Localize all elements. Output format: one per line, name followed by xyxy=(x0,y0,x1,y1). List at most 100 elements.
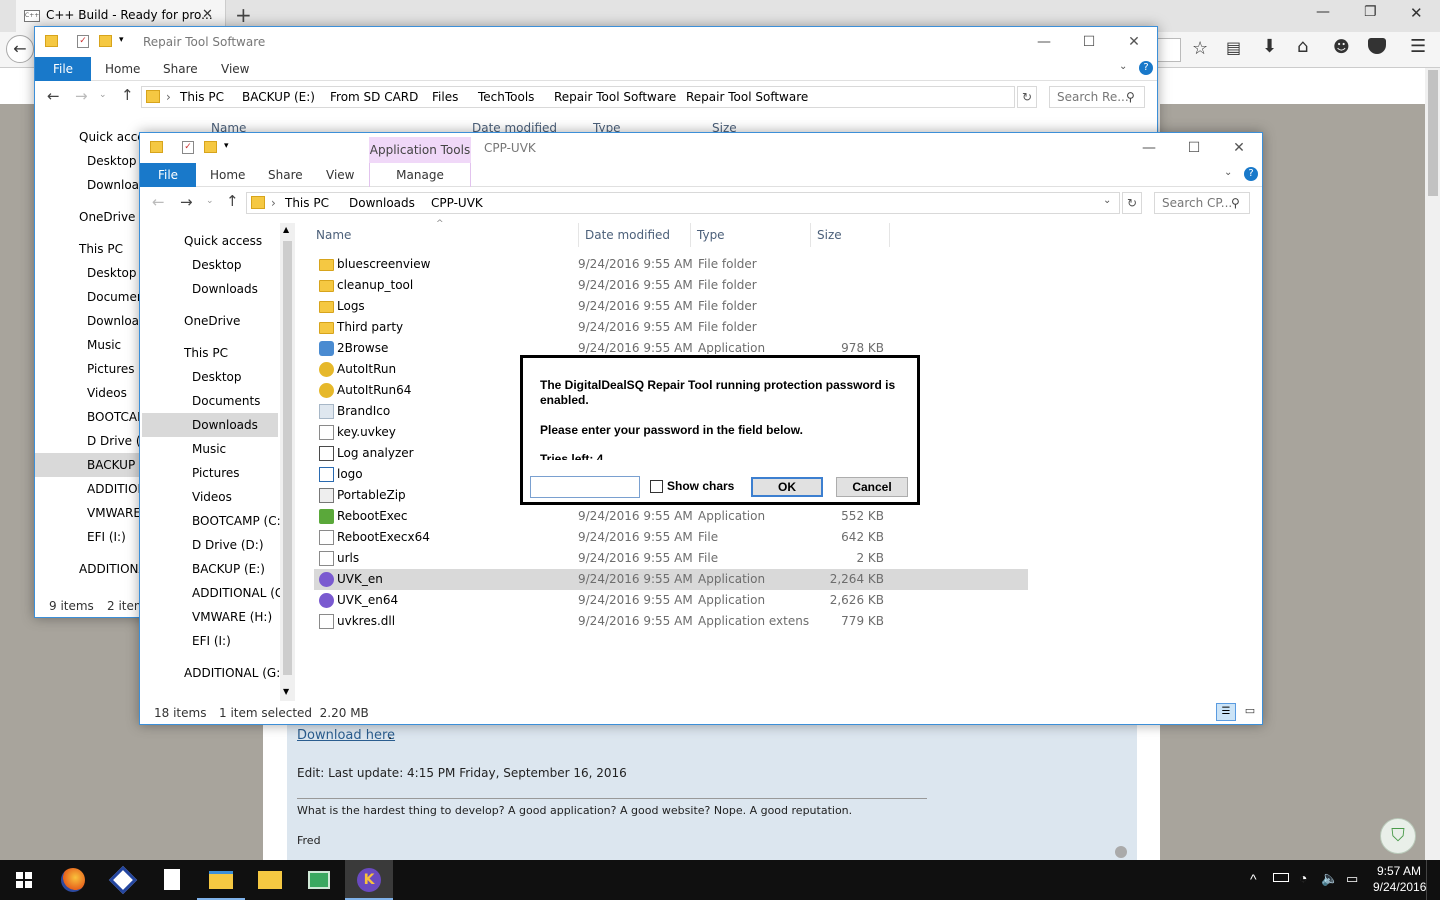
front-crumb-cpp-uvk[interactable]: CPP-UVK xyxy=(431,193,483,213)
back-nav-bootcamp[interactable]: BOOTCAM xyxy=(87,405,141,429)
taskbar-firefox[interactable] xyxy=(49,860,97,900)
table-row[interactable]: urls 9/24/2016 9:55 AM File 2 KB xyxy=(314,548,1028,569)
taskbar-explorer[interactable] xyxy=(197,860,245,900)
back-maximize-icon[interactable]: ☐ xyxy=(1066,27,1112,57)
front-qat-properties-icon[interactable]: ✓ xyxy=(182,141,194,154)
front-nav-pictures[interactable]: Pictures xyxy=(192,461,240,485)
nav-scroll-down-icon[interactable]: ▼ xyxy=(283,687,289,696)
back-close-icon[interactable]: ✕ xyxy=(1111,27,1157,57)
taskbar-app-green[interactable] xyxy=(295,860,343,900)
back-tab-file[interactable]: File xyxy=(35,57,91,81)
qat-dropdown-icon[interactable]: ▾ xyxy=(119,35,124,45)
front-nav-forward-icon[interactable]: → xyxy=(180,193,193,211)
front-search-input[interactable]: Search CP... ⚲ xyxy=(1154,192,1250,214)
front-nav-up-icon[interactable]: ↑ xyxy=(226,192,239,210)
front-maximize-icon[interactable]: ☐ xyxy=(1171,133,1217,163)
front-titlebar[interactable]: ✓ ▾ Application Tools CPP-UVK — ☐ ✕ xyxy=(140,133,1262,163)
front-crumb-this-pc[interactable]: This PC xyxy=(285,193,329,213)
back-nav-back-icon[interactable]: ← xyxy=(47,87,60,105)
back-nav-additional[interactable]: ADDITION xyxy=(87,477,141,501)
bookmark-star-icon[interactable]: ☆ xyxy=(1192,38,1208,59)
front-nav-bootcamp[interactable]: BOOTCAMP (C:) xyxy=(192,509,285,533)
nav-scroll-up-icon[interactable]: ▲ xyxy=(283,225,289,234)
back-nav-downloads[interactable]: Download xyxy=(87,173,141,197)
back-titlebar[interactable]: ✓ ▾ Repair Tool Software — ☐ ✕ xyxy=(35,27,1157,57)
scroll-up-icon[interactable] xyxy=(1115,846,1127,858)
front-nav-back-icon[interactable]: ← xyxy=(152,193,165,211)
menu-hamburger-icon[interactable]: ☰ xyxy=(1410,36,1426,57)
front-nav-music[interactable]: Music xyxy=(192,437,226,461)
back-nav-desktop[interactable]: Desktop xyxy=(87,149,137,173)
back-circle-icon[interactable]: ← xyxy=(6,35,34,63)
back-nav-downloads2[interactable]: Download xyxy=(87,309,141,333)
front-nav-onedrive[interactable]: OneDrive xyxy=(184,309,240,333)
nav-pane-scrollbar[interactable]: ▲ ▼ xyxy=(280,223,295,701)
back-crumb-backup[interactable]: BACKUP (E:) xyxy=(242,87,315,107)
browser-scroll-thumb[interactable] xyxy=(1428,70,1438,196)
front-crumb-downloads[interactable]: Downloads xyxy=(349,193,415,213)
front-nav-videos[interactable]: Videos xyxy=(192,485,232,509)
table-row[interactable]: RebootExec 9/24/2016 9:55 AM Application 55… xyxy=(314,506,1028,527)
large-icons-view-icon[interactable]: ▭ xyxy=(1240,703,1260,721)
back-nav-quick[interactable]: Quick acces xyxy=(79,127,141,149)
front-nav-desktop[interactable]: Desktop xyxy=(192,253,242,277)
front-address-dropdown-icon[interactable]: ⌄ xyxy=(1103,195,1111,206)
front-nav-quick[interactable]: Quick access xyxy=(184,229,262,253)
clock-date[interactable]: 9/24/2016 xyxy=(1373,880,1426,894)
back-nav-vmware[interactable]: VMWARE xyxy=(87,501,141,525)
back-refresh-icon[interactable]: ↻ xyxy=(1017,86,1037,108)
front-tab-view[interactable]: View xyxy=(326,163,354,187)
back-crumb-files[interactable]: Files xyxy=(432,87,458,107)
tray-language-icon[interactable]: ▭ xyxy=(1346,871,1358,887)
front-close-icon[interactable]: ✕ xyxy=(1216,133,1262,163)
back-crumb-repair1[interactable]: Repair Tool Software xyxy=(554,87,676,107)
front-nav-backup[interactable]: BACKUP (E:) xyxy=(192,557,265,581)
front-tab-file[interactable]: File xyxy=(140,163,196,187)
pocket-icon[interactable] xyxy=(1368,38,1386,54)
front-ribbon-expand-icon[interactable]: ⌄ xyxy=(1224,167,1232,178)
show-chars-label[interactable]: Show chars xyxy=(667,479,734,493)
back-nav-videos[interactable]: Videos xyxy=(87,381,127,405)
table-row[interactable]: cleanup_tool 9/24/2016 9:55 AM File folder xyxy=(314,275,1028,296)
start-button[interactable] xyxy=(0,860,48,900)
back-crumb-this-pc[interactable]: This PC xyxy=(180,87,224,107)
front-nav-thispc[interactable]: This PC xyxy=(184,341,228,365)
col-size[interactable]: Size xyxy=(810,223,890,247)
back-ribbon-expand-icon[interactable]: ⌄ xyxy=(1119,61,1127,72)
qat-folder-icon[interactable] xyxy=(45,35,58,47)
col-type[interactable]: Type xyxy=(690,223,725,247)
taskbar-uvk[interactable]: K xyxy=(345,860,393,900)
back-crumb-sdcard[interactable]: From SD CARD xyxy=(330,87,418,107)
table-row[interactable]: uvkres.dll 9/24/2016 9:55 AM Application e… xyxy=(314,611,1028,632)
front-nav-downloads2[interactable]: Downloads xyxy=(142,413,278,437)
password-input[interactable] xyxy=(530,476,640,498)
download-link[interactable]: Download here xyxy=(297,728,395,743)
clock-time[interactable]: 9:57 AM xyxy=(1377,864,1421,878)
front-nav-additional2[interactable]: ADDITIONAL (G:) xyxy=(184,661,285,685)
taskbar-folder[interactable] xyxy=(246,860,294,900)
url-bar-edge[interactable] xyxy=(1155,38,1181,62)
front-nav-vmware[interactable]: VMWARE (H:) xyxy=(192,605,272,629)
close-browser-icon[interactable]: ✕ xyxy=(1410,4,1423,22)
front-tab-share[interactable]: Share xyxy=(268,163,303,187)
col-name[interactable]: Name xyxy=(316,223,351,247)
tray-volume-icon[interactable]: 🔈 xyxy=(1321,870,1338,887)
col-date[interactable]: Date modified xyxy=(578,223,670,247)
chat-icon[interactable]: ☻ xyxy=(1333,37,1350,56)
tray-chevron-icon[interactable]: ^ xyxy=(1250,871,1257,887)
back-tab-home[interactable]: Home xyxy=(105,57,140,81)
back-help-icon[interactable]: ? xyxy=(1139,61,1153,75)
front-nav-documents[interactable]: Documents xyxy=(192,389,260,413)
new-tab-button[interactable]: + xyxy=(235,3,252,27)
back-nav-up-icon[interactable]: ↑ xyxy=(121,86,134,104)
back-nav-recent-icon[interactable]: ⌄ xyxy=(99,90,107,100)
qat-properties-icon[interactable]: ✓ xyxy=(77,35,89,48)
contextual-tab-application-tools[interactable]: Application Tools xyxy=(369,137,471,163)
back-search-input[interactable]: Search Re... ⚲ xyxy=(1049,86,1145,108)
qat-newfolder-icon[interactable] xyxy=(99,35,112,47)
back-tab-view[interactable]: View xyxy=(221,57,249,81)
downloads-arrow-icon[interactable]: ⬇ xyxy=(1262,36,1277,57)
ok-button[interactable]: OK xyxy=(751,477,823,497)
back-nav-additional2[interactable]: ADDITIONA xyxy=(79,557,141,581)
back-nav-efi[interactable]: EFI (I:) xyxy=(87,525,126,549)
